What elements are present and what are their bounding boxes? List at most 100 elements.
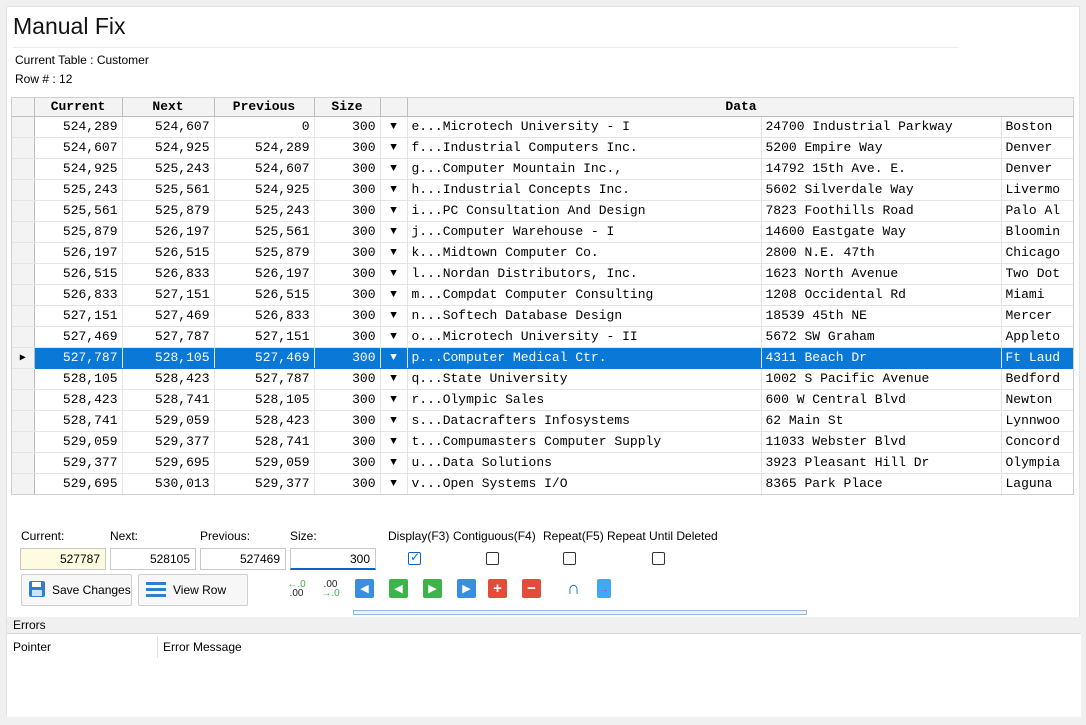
previous-field[interactable]: 527469: [200, 548, 286, 570]
cell-size[interactable]: 300: [314, 305, 381, 327]
table-row[interactable]: 528,423 528,741 528,105 300 ▼ r...Olympic Sal…: [12, 389, 1073, 411]
cell-address[interactable]: 62 Main St: [761, 410, 1002, 432]
table-row[interactable]: 526,197 526,515 525,879 300 ▼ k...Midtown Com…: [12, 242, 1073, 264]
col-header-data[interactable]: Data: [407, 98, 1073, 117]
cell-next[interactable]: 526,515: [122, 242, 215, 264]
cell-current[interactable]: 524,607: [34, 137, 123, 159]
cell-data[interactable]: s...Datacrafters Infosystems: [407, 410, 762, 432]
row-selector[interactable]: [12, 473, 35, 494]
cell-size[interactable]: 300: [314, 326, 381, 348]
row-selector[interactable]: [12, 263, 35, 285]
cell-size[interactable]: 300: [314, 452, 381, 474]
cell-current[interactable]: 524,925: [34, 158, 123, 180]
row-selector[interactable]: [12, 431, 35, 453]
cell-size[interactable]: 300: [314, 347, 381, 369]
cell-previous[interactable]: 527,151: [214, 326, 315, 348]
cell-current[interactable]: 524,289: [34, 116, 123, 138]
cell-next[interactable]: 527,151: [122, 284, 215, 306]
table-row[interactable]: ▶ 527,787 528,105 527,469 300 ▼ p...Computer M…: [12, 347, 1073, 369]
col-header-expand[interactable]: [380, 98, 408, 117]
expand-arrow-icon[interactable]: ▼: [380, 473, 408, 494]
expand-arrow-icon[interactable]: ▼: [380, 200, 408, 222]
expand-arrow-icon[interactable]: ▼: [380, 326, 408, 348]
cell-current[interactable]: 525,879: [34, 221, 123, 243]
row-selector[interactable]: [12, 389, 35, 411]
cell-size[interactable]: 300: [314, 263, 381, 285]
cell-city[interactable]: Laguna: [1001, 473, 1073, 494]
cell-size[interactable]: 300: [314, 200, 381, 222]
cell-previous[interactable]: 528,741: [214, 431, 315, 453]
cell-data[interactable]: t...Compumasters Computer Supply: [407, 431, 762, 453]
add-record-icon[interactable]: +: [488, 579, 507, 598]
headset-icon[interactable]: ∩: [564, 578, 583, 598]
cell-address[interactable]: 7823 Foothills Road: [761, 200, 1002, 222]
cell-current[interactable]: 526,833: [34, 284, 123, 306]
cell-city[interactable]: Appleto: [1001, 326, 1073, 348]
cell-previous[interactable]: 527,787: [214, 368, 315, 390]
cell-city[interactable]: Palo Al: [1001, 200, 1073, 222]
cell-address[interactable]: 24700 Industrial Parkway: [761, 116, 1002, 138]
expand-arrow-icon[interactable]: ▼: [380, 179, 408, 201]
cell-city[interactable]: Livermo: [1001, 179, 1073, 201]
col-header-current[interactable]: Current: [34, 98, 123, 117]
cell-address[interactable]: 11033 Webster Blvd: [761, 431, 1002, 453]
cell-data[interactable]: r...Olympic Sales: [407, 389, 762, 411]
cell-next[interactable]: 528,741: [122, 389, 215, 411]
table-row[interactable]: 528,741 529,059 528,423 300 ▼ s...Datacrafter…: [12, 410, 1073, 432]
record-grid[interactable]: Current Next Previous Size Data 524,289 5…: [11, 97, 1074, 495]
last-record-icon[interactable]: ▶: [457, 579, 476, 598]
cell-data[interactable]: j...Computer Warehouse - I: [407, 221, 762, 243]
cell-city[interactable]: Newton: [1001, 389, 1073, 411]
cell-city[interactable]: Denver: [1001, 158, 1073, 180]
cell-current[interactable]: 528,105: [34, 368, 123, 390]
table-row[interactable]: 526,515 526,833 526,197 300 ▼ l...Nordan Dist…: [12, 263, 1073, 285]
cell-next[interactable]: 529,377: [122, 431, 215, 453]
cell-data[interactable]: v...Open Systems I/O: [407, 473, 762, 494]
expand-arrow-icon[interactable]: ▼: [380, 410, 408, 432]
table-row[interactable]: 526,833 527,151 526,515 300 ▼ m...Compdat Com…: [12, 284, 1073, 306]
cell-previous[interactable]: 526,197: [214, 263, 315, 285]
cell-city[interactable]: Olympia: [1001, 452, 1073, 474]
table-row[interactable]: 525,879 526,197 525,561 300 ▼ j...Computer Wa…: [12, 221, 1073, 243]
contiguous-checkbox[interactable]: [486, 552, 499, 565]
cell-size[interactable]: 300: [314, 389, 381, 411]
errors-col-pointer[interactable]: Pointer: [13, 640, 51, 654]
cell-current[interactable]: 525,243: [34, 179, 123, 201]
cell-next[interactable]: 527,787: [122, 326, 215, 348]
cell-size[interactable]: 300: [314, 431, 381, 453]
cell-current[interactable]: 526,197: [34, 242, 123, 264]
export-file-icon[interactable]: →: [597, 579, 611, 598]
previous-record-icon[interactable]: ◀: [389, 579, 408, 598]
cell-size[interactable]: 300: [314, 410, 381, 432]
cell-data[interactable]: m...Compdat Computer Consulting: [407, 284, 762, 306]
cell-city[interactable]: Two Dot: [1001, 263, 1073, 285]
cell-current[interactable]: 529,059: [34, 431, 123, 453]
cell-data[interactable]: q...State University: [407, 368, 762, 390]
row-selector[interactable]: [12, 284, 35, 306]
cell-address[interactable]: 14600 Eastgate Way: [761, 221, 1002, 243]
expand-arrow-icon[interactable]: ▼: [380, 284, 408, 306]
expand-arrow-icon[interactable]: ▼: [380, 158, 408, 180]
expand-arrow-icon[interactable]: ▼: [380, 305, 408, 327]
cell-data[interactable]: g...Computer Mountain Inc.,: [407, 158, 762, 180]
table-row[interactable]: 527,469 527,787 527,151 300 ▼ o...Microtech U…: [12, 326, 1073, 348]
cell-address[interactable]: 3923 Pleasant Hill Dr: [761, 452, 1002, 474]
expand-arrow-icon[interactable]: ▼: [380, 431, 408, 453]
cell-address[interactable]: 1623 North Avenue: [761, 263, 1002, 285]
cell-data[interactable]: l...Nordan Distributors, Inc.: [407, 263, 762, 285]
cell-city[interactable]: Lynnwoo: [1001, 410, 1073, 432]
cell-next[interactable]: 526,833: [122, 263, 215, 285]
view-row-button[interactable]: View Row: [138, 574, 248, 606]
cell-previous[interactable]: 529,059: [214, 452, 315, 474]
cell-previous[interactable]: 524,607: [214, 158, 315, 180]
row-selector[interactable]: [12, 305, 35, 327]
table-row[interactable]: 529,059 529,377 528,741 300 ▼ t...Compumaster…: [12, 431, 1073, 453]
cell-previous[interactable]: 527,469: [214, 347, 315, 369]
cell-size[interactable]: 300: [314, 368, 381, 390]
cell-data[interactable]: u...Data Solutions: [407, 452, 762, 474]
cell-city[interactable]: Chicago: [1001, 242, 1073, 264]
cell-current[interactable]: 526,515: [34, 263, 123, 285]
row-selector[interactable]: ▶: [12, 347, 35, 369]
cell-next[interactable]: 525,879: [122, 200, 215, 222]
cell-city[interactable]: Denver: [1001, 137, 1073, 159]
